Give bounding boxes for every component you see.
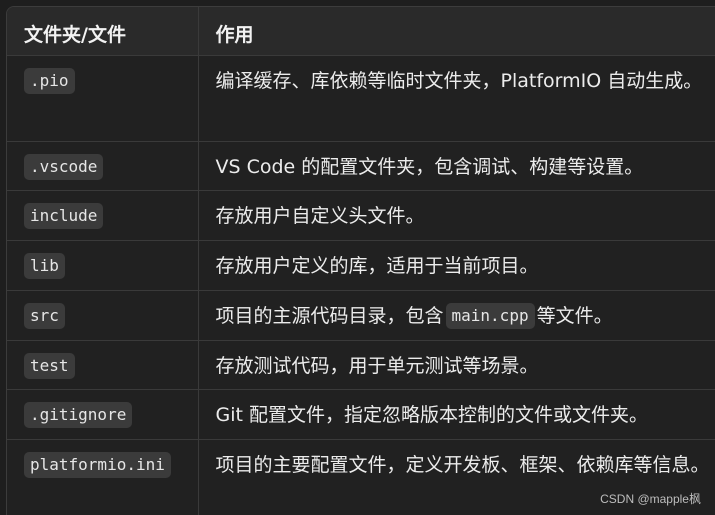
file-name-code: lib — [24, 252, 65, 279]
inline-code: main.cpp — [445, 302, 535, 329]
watermark: CSDN @mapple枫 — [600, 492, 701, 506]
table-row: .pio 编译缓存、库依赖等临时文件夹，PlatformIO 自动生成。 — [7, 55, 715, 142]
file-name-code: .gitignore — [24, 401, 133, 428]
file-description: 存放测试代码，用于单元测试等场景。 — [197, 340, 715, 390]
table-row: include 存放用户自定义头文件。 — [7, 190, 715, 241]
file-description: 存放用户自定义头文件。 — [197, 190, 715, 241]
file-name-code: platformio.ini — [24, 451, 171, 478]
file-name-code: .vscode — [24, 153, 104, 180]
file-name-code: .pio — [24, 67, 75, 94]
table-row: src 项目的主源代码目录，包含 main.cpp 等文件。 — [7, 290, 715, 341]
file-description: 存放用户定义的库，适用于当前项目。 — [197, 240, 715, 291]
file-name-code: include — [24, 202, 104, 229]
table-header-row: 文件夹/文件 作用 — [7, 7, 715, 56]
table-row: .gitignore Git 配置文件，指定忽略版本控制的文件或文件夹。 — [7, 389, 715, 440]
table-row: test 存放测试代码，用于单元测试等场景。 — [7, 340, 715, 390]
header-purpose: 作用 — [197, 7, 715, 56]
file-description: VS Code 的配置文件夹，包含调试、构建等设置。 — [197, 141, 715, 191]
header-folder-file: 文件夹/文件 — [7, 7, 198, 56]
table-row: lib 存放用户定义的库，适用于当前项目。 — [7, 240, 715, 291]
description-text-before: 项目的主源代码目录，包含 — [215, 304, 444, 327]
file-description: Git 配置文件，指定忽略版本控制的文件或文件夹。 — [197, 389, 715, 440]
description-text-after: 等文件。 — [536, 304, 613, 327]
file-description: 编译缓存、库依赖等临时文件夹，PlatformIO 自动生成。 — [197, 55, 715, 142]
file-structure-table: 文件夹/文件 作用 .pio 编译缓存、库依赖等临时文件夹，PlatformIO… — [6, 6, 715, 515]
file-name-code: src — [24, 302, 65, 329]
table: 文件夹/文件 作用 .pio 编译缓存、库依赖等临时文件夹，PlatformIO… — [7, 7, 715, 515]
file-description: 项目的主源代码目录，包含 main.cpp 等文件。 — [197, 290, 715, 341]
file-name-code: test — [24, 352, 75, 379]
table-row: .vscode VS Code 的配置文件夹，包含调试、构建等设置。 — [7, 141, 715, 191]
